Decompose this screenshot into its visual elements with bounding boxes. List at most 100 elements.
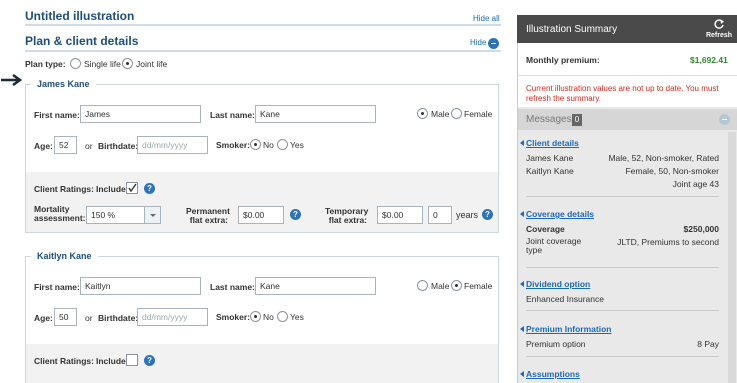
chevron-down-icon[interactable]: [144, 207, 160, 223]
client1-female-label: Female: [464, 109, 493, 119]
client1-perm-input[interactable]: $0.00: [238, 206, 284, 224]
client-row-desc-2: Female, 50, Non-smoker: [625, 166, 719, 176]
client2-female-radio[interactable]: [451, 280, 462, 291]
client1-smoker-no-label: No: [263, 140, 274, 150]
client1-mortality-select[interactable]: 150 %: [86, 206, 161, 224]
temp-label-line2: flat extra:: [328, 215, 367, 225]
coverage-value: $250,000: [683, 224, 719, 234]
client1-first-name-input[interactable]: James: [80, 105, 201, 123]
perm-label-line2: flat extra:: [189, 215, 228, 225]
messages-count-badge: 0: [572, 114, 582, 126]
section-title: Plan & client details: [25, 34, 139, 48]
client1-last-name-label: Last name:: [210, 110, 255, 120]
client-details-toggle-icon[interactable]: [520, 140, 524, 146]
client2-smoker-yes-radio[interactable]: [277, 311, 288, 322]
client1-smoker-no-radio[interactable]: [250, 139, 261, 150]
client2-birthdate-input[interactable]: dd/mm/yyyy: [137, 308, 208, 326]
hide-link[interactable]: Hide: [470, 38, 486, 47]
client2-smoker-no-label: No: [263, 312, 274, 322]
premium-value: $1,692.41: [690, 55, 728, 65]
client1-age-label: Age:: [34, 141, 53, 151]
joint-age: Joint age 43: [672, 179, 719, 189]
client1-female-radio[interactable]: [451, 108, 462, 119]
premium-option-value: 8 Pay: [697, 339, 719, 349]
client2-smoker-label: Smoker:: [216, 312, 251, 322]
client1-age-input[interactable]: 52: [54, 136, 77, 154]
client2-age-label: Age:: [34, 313, 53, 323]
collapse-icon[interactable]: [488, 38, 499, 49]
client1-temp-help-icon[interactable]: ?: [482, 209, 493, 220]
summary-title: Illustration Summary: [526, 24, 618, 35]
client2-age-input[interactable]: 50: [54, 308, 77, 326]
client1-perm-help-icon[interactable]: ?: [290, 209, 301, 220]
client2-last-name-input[interactable]: Kane: [255, 277, 376, 295]
client2-smoker-no-radio[interactable]: [250, 311, 261, 322]
client1-birthdate-input[interactable]: dd/mm/yyyy: [137, 136, 208, 154]
client2-include-label: Include: [96, 356, 126, 366]
client1-mortality-label: Mortality assessment:: [34, 205, 86, 223]
refresh-label: Refresh: [705, 32, 733, 39]
summary-scrollbar[interactable]: [728, 132, 736, 383]
mortality-value: 150 %: [91, 210, 116, 220]
client2-ratings-help-icon[interactable]: ?: [144, 355, 155, 366]
summary-divider-2: [526, 267, 719, 268]
coverage-details-link[interactable]: Coverage details: [526, 209, 594, 219]
assumptions-link[interactable]: Assumptions: [526, 369, 580, 379]
illustration-title: Untitled illustration: [25, 9, 135, 23]
client1-male-radio[interactable]: [417, 108, 428, 119]
refresh-button[interactable]: Refresh: [703, 16, 735, 42]
premium-option-label: Premium option: [526, 339, 586, 349]
summary-divider-4: [526, 356, 719, 357]
client2-male-radio[interactable]: [417, 280, 428, 291]
client1-male-label: Male: [431, 109, 450, 119]
client1-smoker-yes-label: Yes: [290, 140, 304, 150]
client1-smoker-yes-radio[interactable]: [277, 139, 288, 150]
dividend-value: Enhanced Insurance: [526, 294, 604, 304]
premium-label: Monthly premium:: [526, 55, 600, 65]
client2-female-label: Female: [464, 281, 493, 291]
client1-first-name-label: First name:: [34, 110, 80, 120]
client2-male-label: Male: [431, 281, 450, 291]
client2-or-label: or: [85, 313, 93, 323]
premium-info-toggle-icon[interactable]: [520, 326, 524, 332]
client1-years-input[interactable]: 0: [428, 206, 452, 224]
client1-perm-label: Permanent flat extra:: [186, 207, 230, 225]
premium-information-link[interactable]: Premium Information: [526, 324, 611, 334]
client2-ratings-label: Client Ratings:: [34, 356, 94, 366]
client1-or-label: or: [85, 141, 93, 151]
client1-ratings-label: Client Ratings:: [34, 184, 94, 194]
client1-ratings-help-icon[interactable]: ?: [144, 183, 155, 194]
client-row-name-1: James Kane: [526, 153, 574, 163]
client2-include-checkbox[interactable]: [126, 354, 138, 366]
refresh-icon: [714, 19, 724, 29]
client1-include-checkbox[interactable]: [126, 182, 138, 194]
hide-all-link[interactable]: Hide all: [473, 14, 500, 23]
client1-last-name-input[interactable]: Kane: [255, 105, 376, 123]
client2-smoker-yes-label: Yes: [290, 312, 304, 322]
single-life-radio[interactable]: [70, 58, 81, 69]
client-row-name-2: Kaitlyn Kane: [526, 166, 574, 176]
dividend-option-link[interactable]: Dividend option: [526, 279, 590, 289]
client2-last-name-label: Last name:: [210, 282, 255, 292]
assumptions-toggle-icon[interactable]: [520, 371, 524, 377]
joint-life-radio[interactable]: [122, 58, 133, 69]
messages-label: Messages: [526, 114, 572, 125]
summary-divider-3: [526, 310, 719, 311]
client1-smoker-label: Smoker:: [216, 140, 251, 150]
pointer-arrow-icon: [0, 73, 23, 87]
section-divider: [25, 50, 501, 52]
joint-type-value: JLTD, Premiums to second: [617, 237, 719, 247]
client1-temp-input[interactable]: $0.00: [377, 206, 423, 224]
messages-expand-icon[interactable]: [719, 114, 730, 125]
client2-first-name-input[interactable]: Kaitlyn: [80, 277, 201, 295]
title-divider: [25, 24, 501, 26]
client-details-link[interactable]: Client details: [526, 138, 579, 148]
coverage-label: Coverage: [526, 224, 565, 234]
client-row-desc-1: Male, 52, Non-smoker, Rated: [608, 153, 719, 163]
client1-include-label: Include: [96, 184, 126, 194]
dividend-toggle-icon[interactable]: [520, 281, 524, 287]
client1-temp-label: Temporary flat extra:: [325, 207, 368, 225]
joint-life-label: Joint life: [136, 59, 168, 69]
coverage-toggle-icon[interactable]: [520, 211, 524, 217]
client2-birthdate-label: Birthdate:: [98, 313, 139, 323]
